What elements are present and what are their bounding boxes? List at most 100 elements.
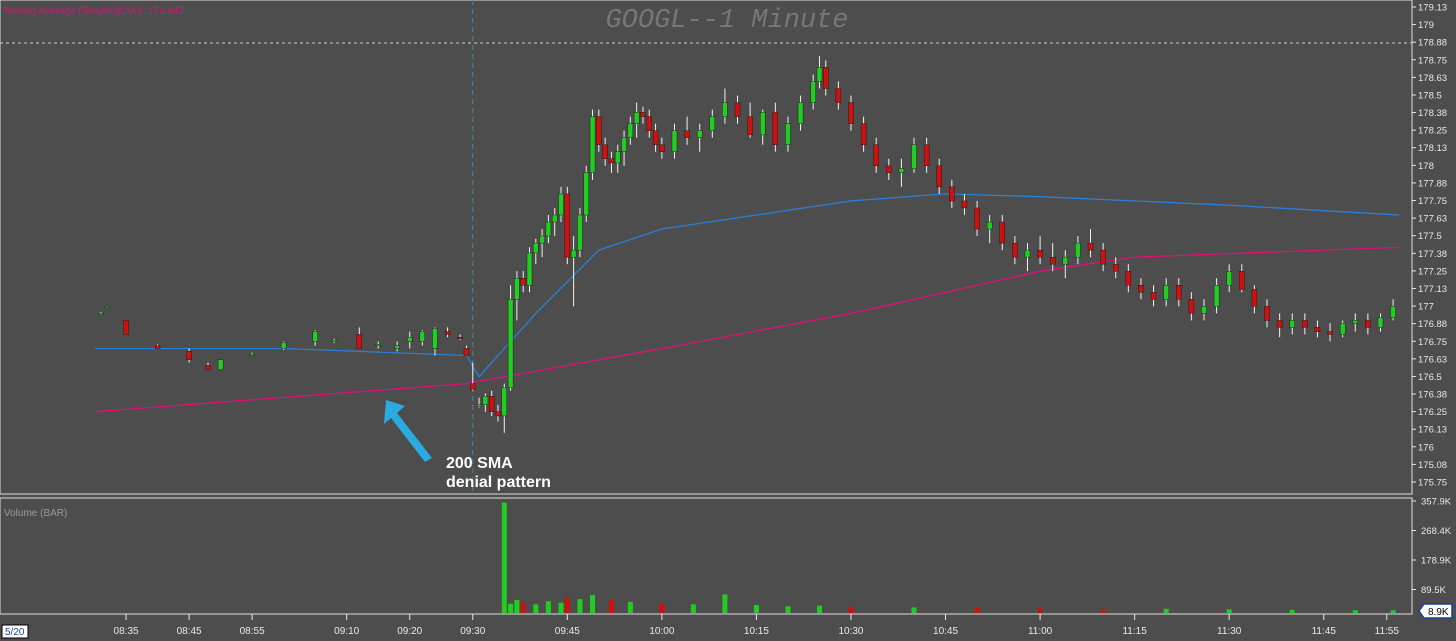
candle-body xyxy=(1062,256,1069,265)
candle-body xyxy=(696,130,703,138)
volume-bar xyxy=(501,502,507,613)
volume-bar xyxy=(608,600,614,613)
price-tick-label: 177.75 xyxy=(1418,196,1447,207)
candle-body xyxy=(596,116,602,145)
candle-body xyxy=(772,112,779,145)
price-tick-label: 176.5 xyxy=(1418,372,1442,383)
candle-body xyxy=(564,193,571,258)
candle-body xyxy=(501,387,507,417)
candle-body xyxy=(186,351,192,360)
candle-body xyxy=(98,313,104,316)
price-tick-label: 176.75 xyxy=(1418,337,1447,348)
price-tick-label: 176.38 xyxy=(1418,390,1447,401)
volume-bar xyxy=(1100,608,1106,613)
volume-bar xyxy=(690,604,696,613)
candle-body xyxy=(280,342,287,349)
candle-body xyxy=(394,345,400,349)
volume-panel-label: Volume (BAR) xyxy=(4,508,67,519)
time-tick-label: 09:30 xyxy=(460,626,485,637)
price-tick-label: 176.13 xyxy=(1418,425,1447,436)
candle-body xyxy=(457,337,463,339)
candle-body xyxy=(684,130,690,138)
candle-body xyxy=(949,186,955,202)
moving-average-line xyxy=(94,246,1400,413)
candle-body xyxy=(627,123,634,138)
chart-title: GOOGL--1 Minute xyxy=(605,6,848,36)
candle-body xyxy=(1352,320,1358,324)
price-tick-label: 177.25 xyxy=(1418,266,1447,277)
candle-body xyxy=(476,404,482,407)
price-tick-label: 178 xyxy=(1418,161,1434,172)
volume-bar xyxy=(1352,610,1358,613)
volume-bar xyxy=(520,602,526,613)
price-axis: 179.13 179 178.88 178.75 178.63 178.5 178.38 17… xyxy=(1412,3,1447,489)
candle-body xyxy=(961,200,968,209)
candle-body xyxy=(533,242,539,254)
volume-bar xyxy=(508,603,514,613)
volume-bar xyxy=(848,606,854,613)
candle-body xyxy=(860,123,867,145)
price-tick-label: 177 xyxy=(1418,302,1434,313)
volume-tick-label: 268.4K xyxy=(1421,526,1452,537)
candle-body xyxy=(848,102,854,124)
volume-panel-frame xyxy=(0,497,1413,615)
moving-average-line xyxy=(94,193,1400,378)
candle-body xyxy=(1289,320,1295,328)
volume-bar xyxy=(816,605,822,613)
candle-body xyxy=(760,112,766,136)
time-tick-label: 08:45 xyxy=(177,626,202,637)
candle-body xyxy=(659,144,665,152)
price-tick-label: 177.63 xyxy=(1418,214,1447,225)
candle-body xyxy=(633,112,640,124)
annotation-line-2: denial pattern xyxy=(446,474,551,491)
volume-bar xyxy=(558,602,564,613)
price-tick-label: 177.38 xyxy=(1418,249,1447,260)
candle-body xyxy=(646,116,652,131)
volume-bar xyxy=(545,601,551,613)
candle-body xyxy=(375,344,381,346)
candle-body xyxy=(1213,285,1220,307)
volume-bar xyxy=(1390,610,1396,613)
candle-body xyxy=(1125,271,1132,286)
volume-bar xyxy=(911,607,917,613)
time-tick-label: 11:45 xyxy=(1312,626,1337,637)
volume-bar xyxy=(785,606,791,613)
candle-body xyxy=(734,102,741,117)
price-tick-label: 175.75 xyxy=(1418,478,1447,489)
annotation-line-1: 200 SMA xyxy=(446,455,513,472)
price-tick-label: 178.25 xyxy=(1418,126,1447,137)
candle-body xyxy=(615,151,621,164)
candle-body xyxy=(1327,331,1333,335)
time-tick-label: 11:30 xyxy=(1217,626,1242,637)
volume-bar xyxy=(722,594,728,613)
candle-body xyxy=(589,116,596,174)
time-tick-label: 09:45 xyxy=(555,626,580,637)
candle-body xyxy=(249,353,255,356)
volume-bar xyxy=(1163,608,1169,613)
candle-body xyxy=(911,144,917,169)
candle-body xyxy=(1390,306,1396,318)
candle-body xyxy=(526,252,533,286)
volume-bar xyxy=(1289,609,1295,613)
volume-bar xyxy=(1037,608,1043,613)
annotation-arrow xyxy=(384,400,432,462)
price-tick-label: 176.63 xyxy=(1418,354,1447,365)
candle-body xyxy=(999,221,1005,244)
volume-bar xyxy=(974,608,980,613)
candle-body xyxy=(1150,292,1157,300)
price-tick-label: 177.88 xyxy=(1418,178,1447,189)
candle-body xyxy=(898,168,905,174)
price-tick-label: 175.08 xyxy=(1418,460,1447,471)
candle-body xyxy=(570,249,577,258)
price-panel-frame xyxy=(0,0,1413,495)
candle-body xyxy=(652,130,659,145)
candle-body xyxy=(810,81,816,103)
volume-axis: 357.9K 268.4K 178.9K 89.5K xyxy=(1412,497,1452,596)
candle-body xyxy=(463,348,470,356)
candle-body xyxy=(1239,271,1245,290)
candle-body xyxy=(1201,306,1207,314)
time-tick-label: 09:10 xyxy=(334,626,359,637)
volume-bar xyxy=(627,601,633,613)
candle-body xyxy=(558,193,564,216)
candle-body xyxy=(1302,320,1308,328)
